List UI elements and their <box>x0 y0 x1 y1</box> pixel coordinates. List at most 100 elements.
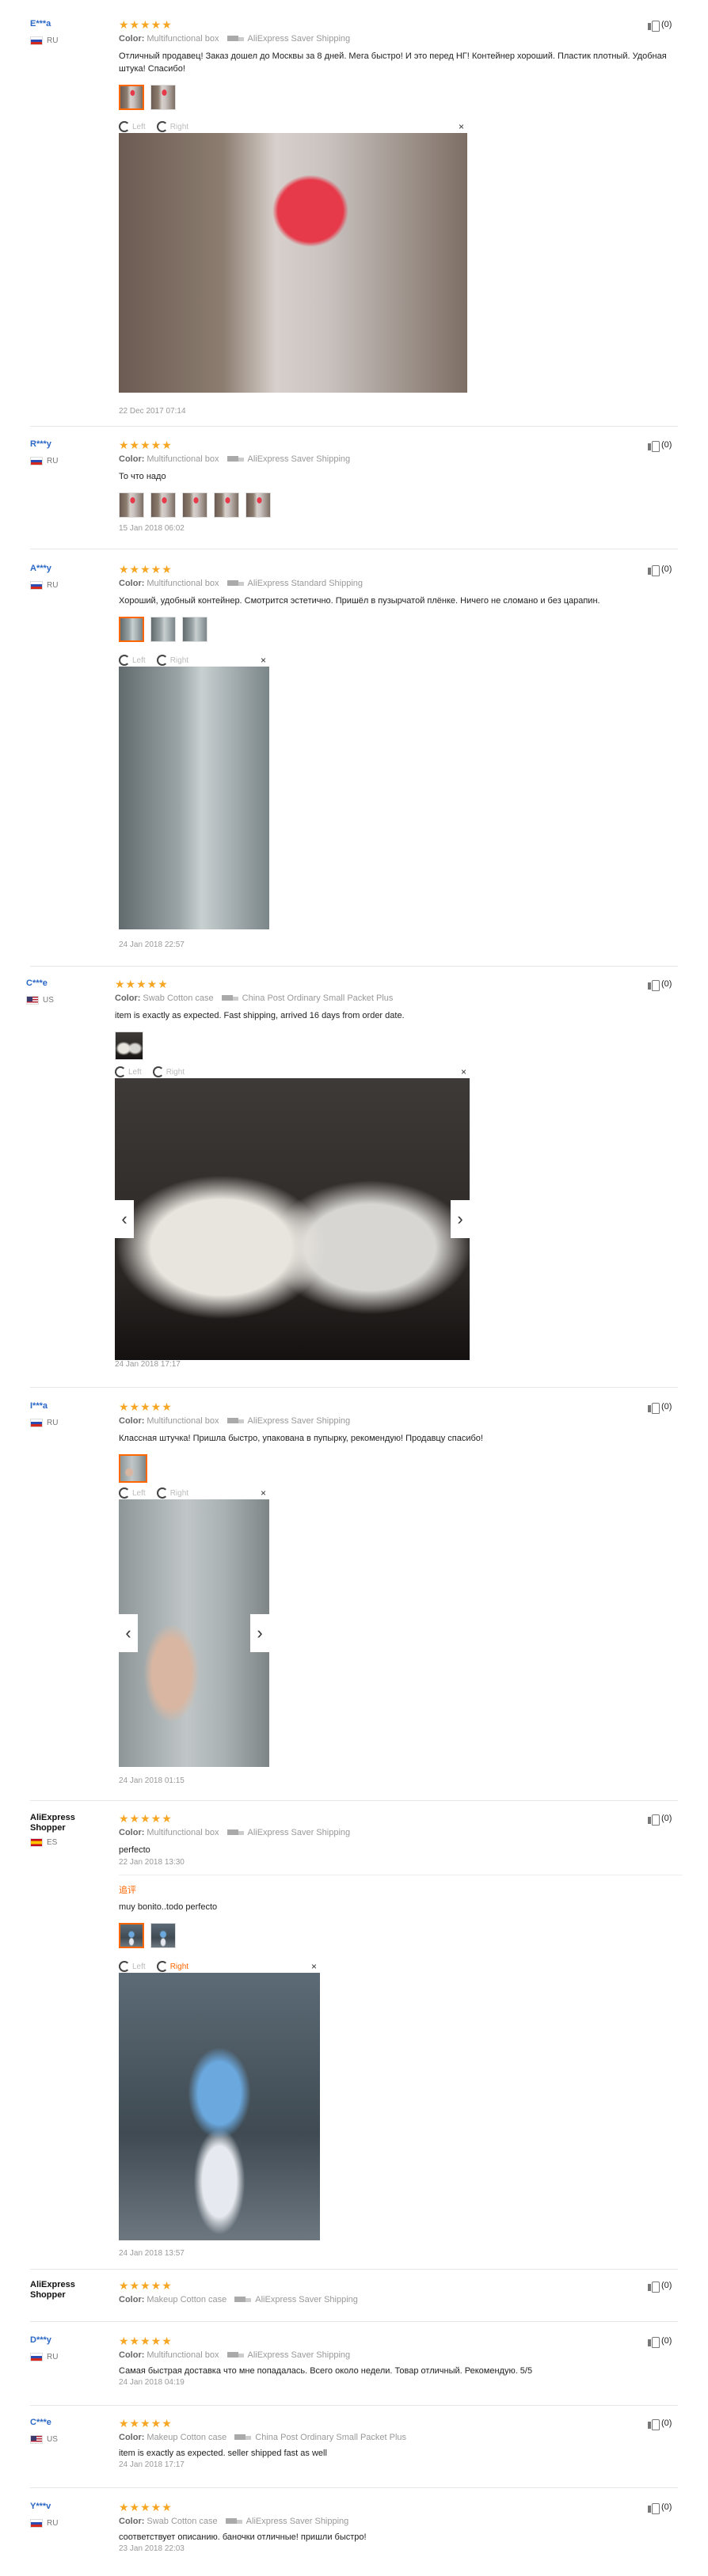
close-icon[interactable]: × <box>459 121 464 132</box>
viewer-toolbar: Left Right × <box>119 654 269 667</box>
color-value: Multifunctional box <box>147 454 219 464</box>
thumbs-up-icon <box>648 2418 660 2430</box>
review-photo: ‹ › <box>115 1078 470 1360</box>
reviewer-info: I***a RU <box>30 1401 109 1427</box>
helpful-button[interactable]: (0) <box>648 1813 672 1826</box>
rotate-left-icon <box>119 121 130 132</box>
color-value: Swab Cotton case <box>147 2517 218 2526</box>
flag-ru-icon <box>30 2519 43 2528</box>
color-value: Multifunctional box <box>147 1828 219 1837</box>
review-content: ★★★★★ Color: Makeup Cotton case AliExpress… <box>119 2280 673 2304</box>
color-value: Multifunctional box <box>147 34 219 44</box>
shipping-method: AliExpress Saver Shipping <box>226 454 350 464</box>
review-text: соответствует описанию. баночки отличные… <box>119 2532 367 2542</box>
color-label: Color: <box>119 1416 145 1426</box>
helpful-button[interactable]: (0) <box>648 2280 672 2293</box>
rotate-left-button[interactable]: Left <box>119 1487 146 1499</box>
reviewer-name: AliExpress Shopper <box>30 1813 75 1833</box>
reviewer-name: I***a <box>30 1401 48 1411</box>
review-content: ★★★★★ Color: Multifunctional box AliExpres… <box>119 1812 683 1948</box>
close-icon[interactable]: × <box>311 1961 317 1972</box>
thumbs-up-icon <box>648 439 660 452</box>
review-attributes: Color: Swab Cotton case China Post Ordinar… <box>115 994 669 1003</box>
photo-thumbnail[interactable] <box>119 1923 144 1948</box>
divider <box>30 426 678 427</box>
photo-thumbnail[interactable] <box>119 492 144 518</box>
photo-thumbnail[interactable] <box>119 85 144 110</box>
prev-photo-button[interactable]: ‹ <box>115 1200 134 1238</box>
close-icon[interactable]: × <box>261 655 266 666</box>
review-text: Хороший, удобный контейнер. Смотрится эс… <box>119 596 600 606</box>
photo-viewer: Left Right × ‹ › <box>115 1066 470 1360</box>
additional-feedback-label: 追评 <box>119 1886 136 1895</box>
reviewer-country: RU <box>30 2519 109 2528</box>
rating-stars: ★★★★★ <box>119 18 173 31</box>
review-date: 24 Jan 2018 04:19 <box>119 2378 185 2387</box>
rating-stars: ★★★★★ <box>119 1812 173 1825</box>
thumbs-up-icon <box>648 2280 660 2293</box>
helpful-button[interactable]: (0) <box>648 2502 672 2514</box>
chevron-left-icon: ‹ <box>121 1209 128 1229</box>
next-photo-button[interactable]: › <box>250 1614 269 1652</box>
photo-thumbnail[interactable] <box>150 85 176 110</box>
flag-ru-icon <box>30 1419 43 1427</box>
rotate-left-icon <box>119 655 130 666</box>
helpful-button[interactable]: (0) <box>648 564 672 576</box>
color-label: Color: <box>119 454 145 464</box>
review-text: То что надо <box>119 472 166 481</box>
reviewer-name: Y***v <box>30 2502 51 2511</box>
helpful-button[interactable]: (0) <box>648 1401 672 1414</box>
rotate-left-button[interactable]: Left <box>119 121 146 132</box>
rotate-right-button[interactable]: Right <box>156 1487 188 1499</box>
rotate-left-button[interactable]: Left <box>119 655 146 666</box>
next-photo-button[interactable]: › <box>451 1200 470 1238</box>
rotate-right-button[interactable]: Right <box>156 655 188 666</box>
color-label: Color: <box>115 994 141 1003</box>
rotate-left-button[interactable]: Left <box>115 1066 142 1077</box>
helpful-button[interactable]: (0) <box>648 2335 672 2348</box>
chevron-right-icon: › <box>257 1623 263 1643</box>
review-date: 23 Jan 2018 22:03 <box>119 2544 185 2553</box>
photo-thumbnail[interactable] <box>150 1923 176 1948</box>
reviewer-info: E***a RU <box>30 19 109 45</box>
photo-thumbnail[interactable] <box>115 1032 143 1060</box>
helpful-button[interactable]: (0) <box>648 439 672 452</box>
shipping-method: AliExpress Saver Shipping <box>226 34 350 44</box>
photo-thumbnail[interactable] <box>214 492 239 518</box>
photo-thumbnail[interactable] <box>150 617 176 642</box>
color-label: Color: <box>119 579 145 588</box>
rotate-right-button[interactable]: Right <box>156 1961 188 1972</box>
flag-ru-icon <box>30 2353 43 2361</box>
review-date: 24 Jan 2018 13:57 <box>119 2249 185 2258</box>
helpful-button[interactable]: (0) <box>648 978 672 991</box>
reviewer-info: C***e US <box>30 2418 109 2444</box>
color-value: Multifunctional box <box>147 2350 219 2360</box>
helpful-button[interactable]: (0) <box>648 2418 672 2430</box>
photo-thumbnail[interactable] <box>119 617 144 642</box>
shipping-method: China Post Ordinary Small Packet Plus <box>221 994 393 1003</box>
truck-icon <box>234 2434 252 2441</box>
reviewer-info: A***y RU <box>30 564 109 590</box>
photo-thumbnail[interactable] <box>150 492 176 518</box>
helpful-button[interactable]: (0) <box>648 19 672 32</box>
flag-ru-icon <box>30 457 43 465</box>
rotate-left-button[interactable]: Left <box>119 1961 146 1972</box>
review-content: ★★★★★ Color: Multifunctional box AliExpres… <box>119 439 673 533</box>
reviewer-name: A***y <box>30 564 51 573</box>
photo-thumbnail[interactable] <box>182 492 207 518</box>
prev-photo-button[interactable]: ‹ <box>119 1614 138 1652</box>
shipping-method: AliExpress Standard Shipping <box>226 579 363 588</box>
divider <box>30 966 678 967</box>
rotate-right-button[interactable]: Right <box>156 121 188 132</box>
photo-thumbnail[interactable] <box>119 1454 147 1483</box>
photo-viewer: Left Right × ‹ › <box>119 1487 269 1767</box>
photo-thumbnails <box>119 617 673 642</box>
rotate-right-icon <box>156 121 168 132</box>
close-icon[interactable]: × <box>461 1066 466 1077</box>
photo-thumbnail[interactable] <box>182 617 207 642</box>
close-icon[interactable]: × <box>261 1487 266 1499</box>
photo-thumbnail[interactable] <box>246 492 271 518</box>
rotate-right-button[interactable]: Right <box>152 1066 185 1077</box>
photo-viewer: Left Right × <box>119 120 467 393</box>
review-content: ★★★★★ Color: Swab Cotton case AliExpress S… <box>119 2502 673 2553</box>
